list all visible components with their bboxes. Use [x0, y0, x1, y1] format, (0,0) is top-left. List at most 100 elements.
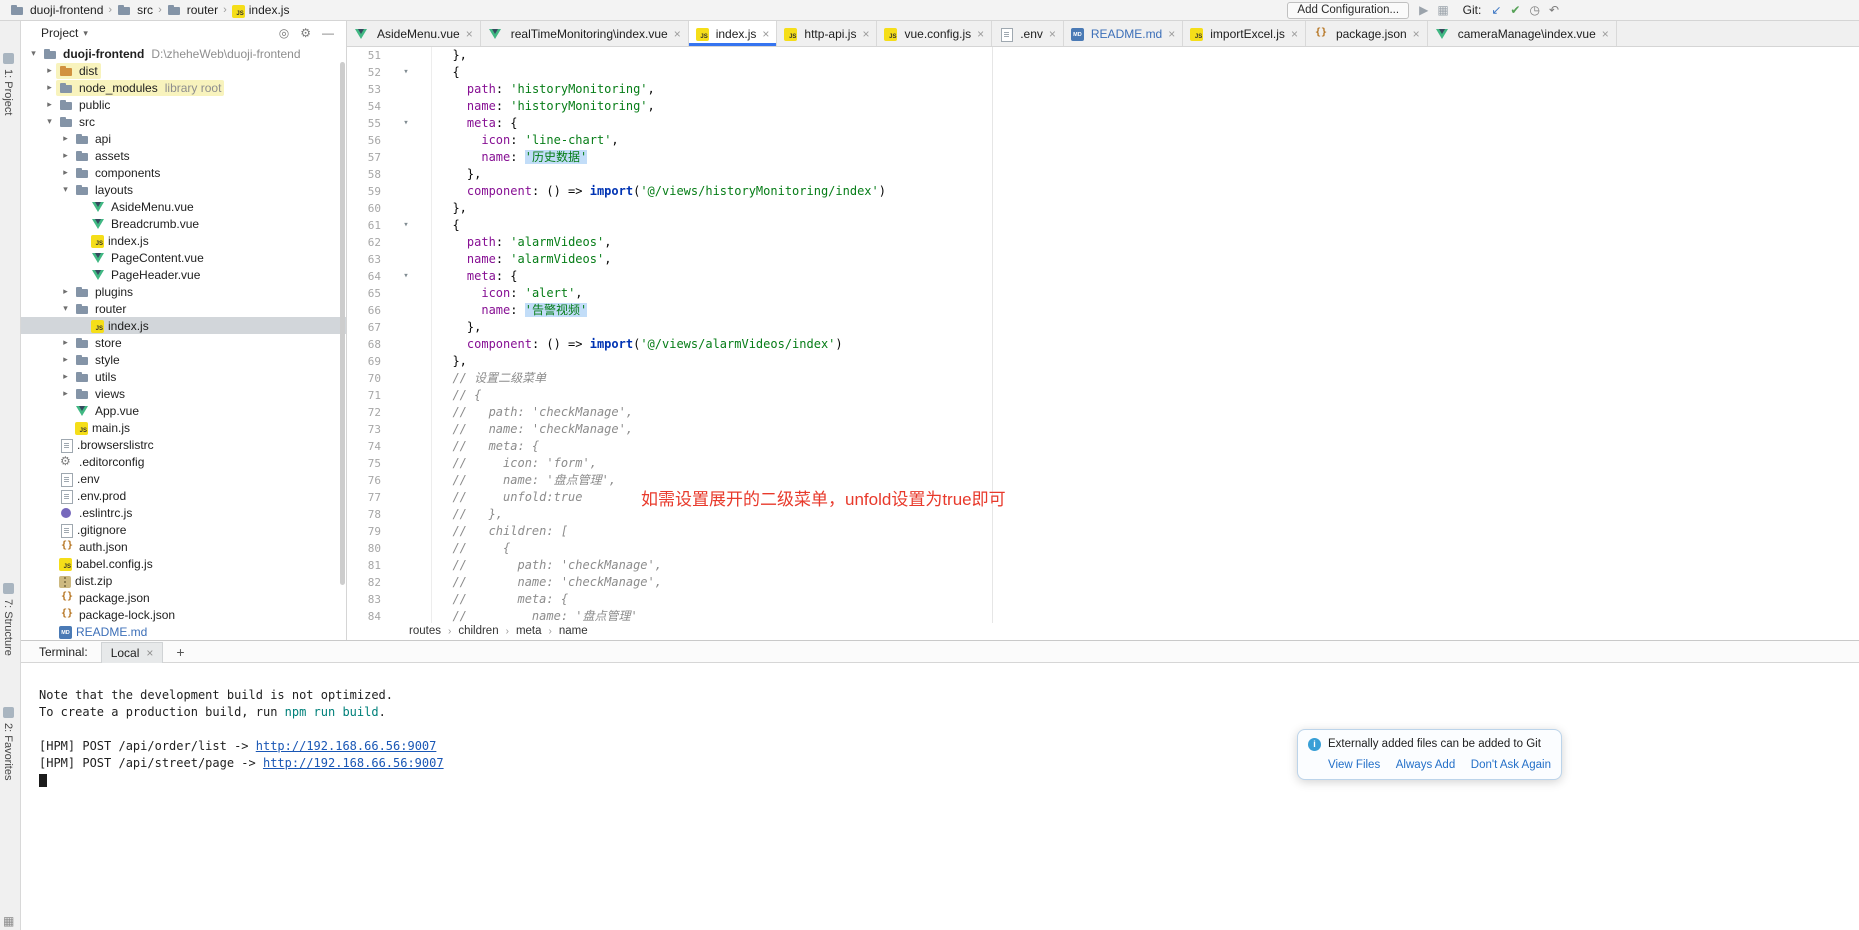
tree-item[interactable]: package.json	[21, 589, 346, 606]
line-number[interactable]: 62	[347, 234, 381, 251]
editor-tab[interactable]: AsideMenu.vue×	[347, 21, 481, 46]
line-number[interactable]: 53	[347, 81, 381, 98]
tree-item[interactable]: ▸style	[21, 351, 346, 368]
terminal-output[interactable]: Note that the development build is not o…	[21, 663, 1859, 930]
line-number[interactable]: 57	[347, 149, 381, 166]
tree-item[interactable]: .env.prod	[21, 487, 346, 504]
code-line[interactable]: 81 // path: 'checkManage',	[347, 557, 1859, 574]
rollback-icon[interactable]: ↶	[1549, 4, 1559, 16]
breadcrumb-item[interactable]: duoji-frontend	[8, 3, 105, 17]
locate-icon[interactable]: ◎	[279, 27, 289, 39]
close-icon[interactable]: ×	[1291, 27, 1298, 41]
line-number[interactable]: 65	[347, 285, 381, 302]
chevron-down-icon[interactable]: ▾	[59, 184, 72, 195]
editor-tab[interactable]: cameraManage\index.vue×	[1428, 21, 1617, 46]
code-line[interactable]: 54 name: 'historyMonitoring',	[347, 98, 1859, 115]
tree-item[interactable]: README.md	[21, 623, 346, 640]
tree-item[interactable]: AsideMenu.vue	[21, 198, 346, 215]
project-scrollbar[interactable]	[340, 62, 345, 585]
line-number[interactable]: 76	[347, 472, 381, 489]
close-icon[interactable]: ×	[1168, 27, 1175, 41]
chevron-down-icon[interactable]: ▾	[83, 28, 88, 39]
close-icon[interactable]: ×	[1602, 27, 1609, 41]
chevron-down-icon[interactable]: ▾	[27, 48, 40, 59]
line-number[interactable]: 51	[347, 47, 381, 64]
code-line[interactable]: 58 },	[347, 166, 1859, 183]
tree-item[interactable]: ▸utils	[21, 368, 346, 385]
tree-item[interactable]: ▸assets	[21, 147, 346, 164]
tree-item[interactable]: ▸public	[21, 96, 346, 113]
tree-item[interactable]: .env	[21, 470, 346, 487]
editor-tab[interactable]: package.json×	[1306, 21, 1428, 46]
close-icon[interactable]: ×	[1049, 27, 1056, 41]
tree-item[interactable]: index.js	[21, 317, 346, 334]
code-line[interactable]: 55▾ meta: {	[347, 115, 1859, 132]
notification-action[interactable]: Don't Ask Again	[1471, 759, 1551, 771]
tree-item[interactable]: Breadcrumb.vue	[21, 215, 346, 232]
line-number[interactable]: 64	[347, 268, 381, 285]
update-project-icon[interactable]: ↙	[1491, 4, 1501, 16]
tree-item[interactable]: ▸views	[21, 385, 346, 402]
tree-item[interactable]: ▸dist	[21, 62, 346, 79]
chevron-right-icon[interactable]: ▸	[59, 167, 72, 178]
chevron-right-icon[interactable]: ▸	[59, 354, 72, 365]
chevron-down-icon[interactable]: ▾	[43, 116, 56, 127]
commit-icon[interactable]: ✔	[1510, 4, 1520, 16]
terminal-link[interactable]: http://192.168.66.56:9007	[256, 739, 437, 753]
play-icon[interactable]: ▶	[1419, 4, 1428, 16]
tool-window-button-project[interactable]: 1: Project	[2, 53, 14, 115]
editor-tab[interactable]: realTimeMonitoring\index.vue×	[481, 21, 689, 46]
breadcrumb-item[interactable]: name	[559, 623, 588, 640]
code-line[interactable]: 57 name: '历史数据'	[347, 149, 1859, 166]
code-line[interactable]: 82 // name: 'checkManage',	[347, 574, 1859, 591]
history-icon[interactable]: ◷	[1529, 4, 1539, 16]
close-icon[interactable]: ×	[466, 27, 473, 41]
line-number[interactable]: 80	[347, 540, 381, 557]
line-number[interactable]: 55	[347, 115, 381, 132]
notification-action[interactable]: View Files	[1328, 759, 1380, 771]
line-number[interactable]: 67	[347, 319, 381, 336]
close-icon[interactable]: ×	[146, 646, 153, 660]
tree-item[interactable]: dist.zip	[21, 572, 346, 589]
grid-icon[interactable]: ▦	[1437, 4, 1448, 16]
code-line[interactable]: 60 },	[347, 200, 1859, 217]
line-number[interactable]: 74	[347, 438, 381, 455]
code-line[interactable]: 77 // unfold:true	[347, 489, 1859, 506]
line-number[interactable]: 72	[347, 404, 381, 421]
tool-window-switcher-icon[interactable]	[3, 914, 17, 928]
code-line[interactable]: 79 // children: [	[347, 523, 1859, 540]
chevron-right-icon[interactable]: ▸	[59, 371, 72, 382]
line-number[interactable]: 59	[347, 183, 381, 200]
tree-item[interactable]: ▾router	[21, 300, 346, 317]
tree-item[interactable]: package-lock.json	[21, 606, 346, 623]
close-icon[interactable]: ×	[1413, 27, 1420, 41]
tool-window-button-favorites[interactable]: 2: Favorites	[2, 707, 14, 780]
code-line[interactable]: 63 name: 'alarmVideos',	[347, 251, 1859, 268]
editor-tab[interactable]: README.md×	[1064, 21, 1183, 46]
fold-marker-icon[interactable]: ▾	[381, 115, 432, 132]
breadcrumb-item[interactable]: src	[115, 3, 155, 17]
breadcrumb-item[interactable]: index.js	[230, 3, 292, 17]
settings-icon[interactable]: ⚙	[300, 27, 311, 39]
line-number[interactable]: 75	[347, 455, 381, 472]
line-number[interactable]: 81	[347, 557, 381, 574]
breadcrumb-item[interactable]: children	[458, 623, 498, 640]
line-number[interactable]: 78	[347, 506, 381, 523]
notification-action[interactable]: Always Add	[1396, 759, 1455, 771]
code-line[interactable]: 52▾ {	[347, 64, 1859, 81]
code-line[interactable]: 74 // meta: {	[347, 438, 1859, 455]
chevron-right-icon[interactable]: ▸	[59, 286, 72, 297]
terminal-link[interactable]: http://192.168.66.56:9007	[263, 756, 444, 770]
code-editor[interactable]: 51 },52▾ {53 path: 'historyMonitoring',5…	[347, 47, 1859, 623]
line-number[interactable]: 54	[347, 98, 381, 115]
new-terminal-button[interactable]: +	[176, 644, 184, 660]
line-number[interactable]: 70	[347, 370, 381, 387]
editor-tab[interactable]: index.js×	[689, 21, 778, 46]
tree-item[interactable]: .browserslistrc	[21, 436, 346, 453]
chevron-right-icon[interactable]: ▸	[43, 82, 56, 93]
line-number[interactable]: 79	[347, 523, 381, 540]
code-line[interactable]: 73 // name: 'checkManage',	[347, 421, 1859, 438]
code-line[interactable]: 84 // name: '盘点管理'	[347, 608, 1859, 623]
editor-tab[interactable]: importExcel.js×	[1183, 21, 1306, 46]
chevron-right-icon[interactable]: ▸	[43, 99, 56, 110]
